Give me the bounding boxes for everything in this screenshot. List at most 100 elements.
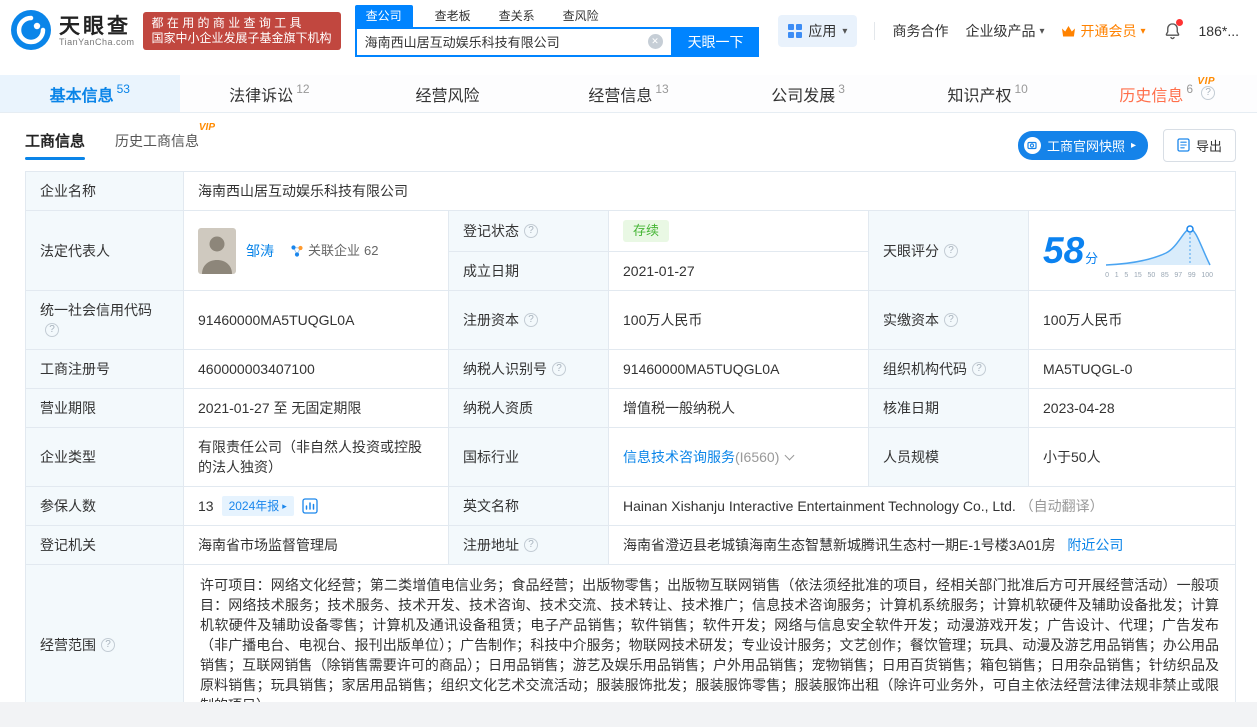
tab-basic-info[interactable]: 基本信息 53 — [0, 75, 180, 112]
tab-operation-info[interactable]: 经营信息 13 — [539, 75, 719, 112]
search-tab-company[interactable]: 查公司 — [355, 5, 413, 27]
label-national-industry: 国标行业 — [449, 428, 609, 487]
tianyancha-logo[interactable]: 天眼查 TianYanCha.com — [10, 9, 135, 54]
search-block: 查公司 查老板 查关系 查风险 ✕ 天眼一下 — [355, 6, 759, 57]
label-english-name: 英文名称 — [449, 487, 609, 526]
slogan-badge: 都 在 用 的 商 业 查 询 工 具 国家中小企业发展子基金旗下机构 — [143, 12, 341, 50]
value-national-industry: 信息技术咨询服务(I6560) — [609, 428, 869, 487]
label-staff-size: 人员规模 — [869, 428, 1029, 487]
english-name: Hainan Xishanju Interactive Entertainmen… — [623, 498, 1016, 514]
notification-dot — [1176, 19, 1183, 26]
legal-rep-name-link[interactable]: 邹涛 — [246, 241, 274, 261]
nav-open-vip[interactable]: 开通会员 ▾ — [1061, 21, 1145, 41]
slogan-line2: 国家中小企业发展子基金旗下机构 — [152, 31, 332, 46]
insured-trend-chart-icon[interactable] — [302, 498, 318, 514]
help-icon[interactable]: ? — [1201, 86, 1215, 100]
caret-down-icon: ▾ — [1039, 26, 1044, 37]
tab-legal-litigation[interactable]: 法律诉讼 12 — [180, 75, 360, 112]
search-tab-boss[interactable]: 查老板 — [429, 5, 477, 27]
help-icon[interactable]: ? — [944, 313, 958, 327]
label-tianyan-score: 天眼评分? — [869, 211, 1029, 291]
value-taxpayer-id: 91460000MA5TUQGL0A — [609, 350, 869, 389]
tab-count: 3 — [838, 82, 845, 96]
export-doc-icon — [1177, 138, 1190, 152]
tab-label: 公司发展 — [771, 82, 835, 106]
tab-label: 经营信息 — [588, 82, 652, 106]
tab-count: 12 — [296, 82, 309, 96]
label-establish-date: 成立日期 — [449, 252, 609, 291]
help-icon[interactable]: ? — [524, 224, 538, 238]
tab-history-info[interactable]: VIP 历史信息 6 ? — [1077, 75, 1257, 112]
help-icon[interactable]: ? — [524, 313, 538, 327]
search-input-wrap: ✕ — [355, 27, 673, 57]
industry-link[interactable]: 信息技术咨询服务 — [623, 449, 735, 465]
search-tab-relation[interactable]: 查关系 — [493, 5, 541, 27]
search-input[interactable] — [365, 34, 648, 49]
official-snapshot-button[interactable]: 工商官网快照 ▸ — [1018, 131, 1148, 160]
score-curve-chart: 0 1 5 15 50 85 97 99 100 — [1104, 221, 1214, 280]
help-icon[interactable]: ? — [101, 638, 115, 652]
apps-label: 应用 — [808, 21, 836, 41]
tab-count: 6 — [1186, 82, 1193, 96]
nav-enterprise-products[interactable]: 企业级产品 ▾ — [965, 21, 1044, 41]
apps-menu[interactable]: 应用 ▾ — [778, 15, 857, 47]
table-row: 营业期限 2021-01-27 至 无固定期限 纳税人资质 增值税一般纳税人 核… — [26, 389, 1236, 428]
value-english-name: Hainan Xishanju Interactive Entertainmen… — [609, 487, 1236, 526]
axis-tick: 97 — [1174, 272, 1182, 280]
subtab-business-info[interactable]: 工商信息 — [25, 130, 85, 160]
tab-label: 知识产权 — [947, 82, 1011, 106]
value-staff-size: 小于50人 — [1029, 428, 1236, 487]
arrow-right-icon: ▸ — [282, 498, 287, 514]
value-org-code: MA5TUQGL-0 — [1029, 350, 1236, 389]
industry-code: (I6560) — [735, 449, 779, 465]
axis-tick: 99 — [1188, 272, 1196, 280]
annual-report-badge[interactable]: 2024年报 ▸ — [222, 496, 294, 516]
registered-address: 海南省澄迈县老城镇海南生态智慧新城腾讯生态村一期E-1号楼3A01房 — [623, 537, 1055, 553]
tab-operation-risk[interactable]: 经营风险 — [359, 75, 539, 112]
help-icon[interactable]: ? — [45, 323, 59, 337]
related-companies-link[interactable]: 关联企业 62 — [290, 241, 378, 261]
label-taxpayer-id: 纳税人识别号? — [449, 350, 609, 389]
value-registered-address: 海南省澄迈县老城镇海南生态智慧新城腾讯生态村一期E-1号楼3A01房 附近公司 — [609, 526, 1236, 565]
nav-business-cooperation[interactable]: 商务合作 — [892, 21, 948, 41]
arrow-right-icon: ▸ — [1131, 140, 1136, 151]
help-icon[interactable]: ? — [524, 538, 538, 552]
credit-code-label: 统一社会信用代码 — [40, 302, 152, 318]
value-credit-code: 91460000MA5TUQGL0A — [184, 291, 449, 350]
subtab-history-business-info[interactable]: 历史工商信息 VIP — [115, 131, 199, 160]
paid-capital-label: 实缴资本 — [883, 312, 939, 328]
insured-number: 13 — [198, 496, 214, 516]
value-approval-date: 2023-04-28 — [1029, 389, 1236, 428]
tab-intellectual-property[interactable]: 知识产权 10 — [898, 75, 1078, 112]
help-icon[interactable]: ? — [552, 362, 566, 376]
search-tab-risk[interactable]: 查风险 — [557, 5, 605, 27]
top-navigation: 应用 ▾ 商务合作 企业级产品 ▾ 开通会员 ▾ 186*... — [778, 15, 1247, 47]
table-row: 企业类型 有限责任公司（非自然人投资或控股的法人独资） 国标行业 信息技术咨询服… — [26, 428, 1236, 487]
registered-capital-label: 注册资本 — [463, 312, 519, 328]
axis-tick: 50 — [1147, 272, 1155, 280]
related-companies-count: 62 — [364, 241, 378, 261]
page-footer-strip — [0, 702, 1257, 727]
search-button[interactable]: 天眼一下 — [673, 27, 759, 57]
help-icon[interactable]: ? — [944, 244, 958, 258]
legal-rep-photo[interactable] — [198, 228, 236, 274]
table-actions: 工商官网快照 ▸ 导出 — [1018, 129, 1236, 162]
nearby-companies-link[interactable]: 附近公司 — [1067, 537, 1123, 553]
user-phone[interactable]: 186*... — [1199, 23, 1239, 39]
tab-count: 53 — [117, 82, 130, 96]
export-button[interactable]: 导出 — [1163, 129, 1236, 162]
main-content: 工商信息 历史工商信息 VIP 工商官网快照 ▸ 导出 — [0, 130, 1257, 726]
table-row: 企业名称 海南西山居互动娱乐科技有限公司 — [26, 172, 1236, 211]
label-credit-code: 统一社会信用代码? — [26, 291, 184, 350]
value-company-name: 海南西山居互动娱乐科技有限公司 — [184, 172, 1236, 211]
notifications-bell-icon[interactable] — [1163, 21, 1182, 41]
tab-label: 基本信息 — [50, 82, 114, 106]
logo-title: 天眼查 — [59, 15, 135, 38]
tab-company-development[interactable]: 公司发展 3 — [718, 75, 898, 112]
chevron-down-icon[interactable] — [785, 451, 795, 461]
company-section-tabs: 基本信息 53 法律诉讼 12 经营风险 经营信息 13 公司发展 3 知识产权… — [0, 75, 1257, 113]
clear-search-icon[interactable]: ✕ — [648, 34, 663, 49]
taxpayer-id-label: 纳税人识别号 — [463, 361, 547, 377]
value-legal-representative: 邹涛 关联企业 62 — [184, 211, 449, 291]
help-icon[interactable]: ? — [972, 362, 986, 376]
